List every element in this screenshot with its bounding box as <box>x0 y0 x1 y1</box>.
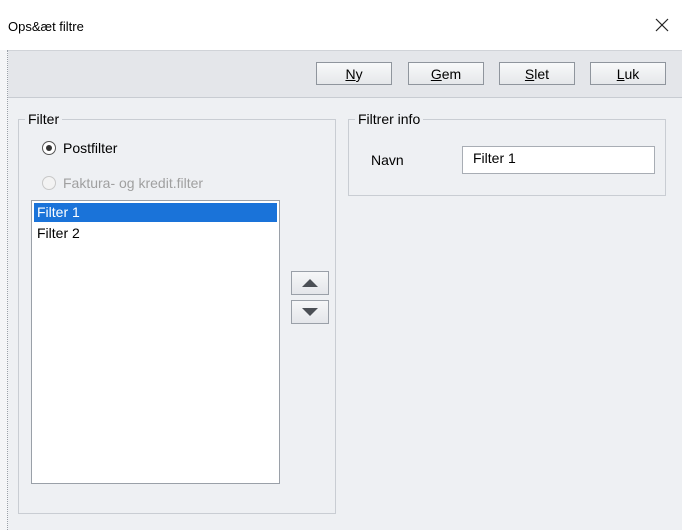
close-dialog-button-label: uk <box>624 66 640 82</box>
arrow-down-icon <box>302 308 318 316</box>
faktura-radio-label: Faktura- og kredit.filter <box>63 175 204 191</box>
filter-list[interactable]: Filter 1 Filter 2 <box>31 200 280 484</box>
postfilter-radio-label: Postfilter <box>63 140 118 156</box>
name-field[interactable] <box>462 146 655 174</box>
delete-button[interactable]: Slet <box>499 62 575 85</box>
name-label: Navn <box>371 152 404 168</box>
delete-button-mnemonic: S <box>524 66 535 82</box>
new-button[interactable]: Ny <box>316 62 392 85</box>
list-item[interactable]: Filter 1 <box>34 203 277 222</box>
arrow-up-icon <box>302 279 318 287</box>
radio-selected-icon <box>42 141 56 155</box>
left-splitter <box>0 50 8 530</box>
close-dialog-button[interactable]: Luk <box>590 62 666 85</box>
delete-button-label: let <box>534 66 550 82</box>
close-dialog-button-mnemonic: L <box>616 66 625 82</box>
list-item[interactable]: Filter 2 <box>34 224 277 243</box>
save-button-mnemonic: G <box>430 66 442 82</box>
close-icon <box>655 18 669 32</box>
new-button-label: y <box>355 66 363 82</box>
title-bar: Ops&æt filtre <box>0 0 682 50</box>
move-up-button[interactable] <box>291 271 329 295</box>
save-button[interactable]: Gem <box>408 62 484 85</box>
filter-group-label: Filter <box>25 111 63 127</box>
save-button-label: em <box>441 66 462 82</box>
window-title: Ops&æt filtre <box>8 19 84 34</box>
dialog-window: Ops&æt filtre Ny Gem Slet Luk Filter Pos… <box>0 0 682 530</box>
radio-unselected-icon <box>42 176 56 190</box>
postfilter-radio[interactable]: Postfilter <box>42 140 117 156</box>
close-button[interactable] <box>642 8 682 42</box>
toolbar: Ny Gem Slet Luk <box>8 50 682 98</box>
move-down-button[interactable] <box>291 300 329 324</box>
filter-info-label: Filtrer info <box>355 111 424 127</box>
new-button-mnemonic: N <box>345 66 356 82</box>
faktura-radio[interactable]: Faktura- og kredit.filter <box>42 175 203 191</box>
